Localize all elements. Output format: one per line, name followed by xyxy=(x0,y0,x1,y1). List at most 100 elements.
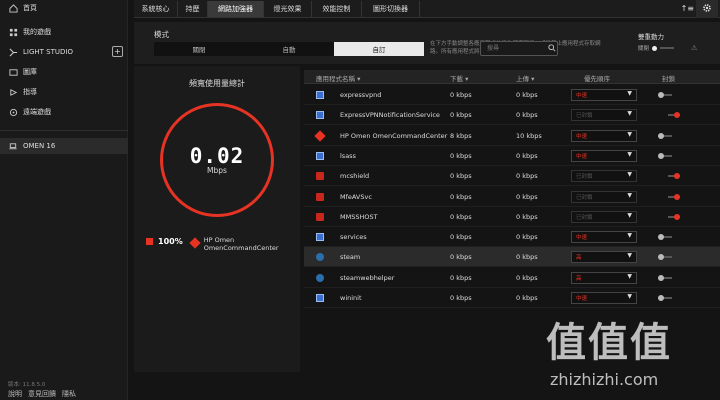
toggle-knob xyxy=(658,132,664,139)
priority-select[interactable]: 中速 ▼ xyxy=(571,149,637,162)
priority-select[interactable]: 中速 ▼ xyxy=(571,89,637,101)
table-row[interactable]: ExpressVPNNotificationService 0 kbps 0 kbp… xyxy=(304,105,720,126)
chevron-down-icon: ▼ xyxy=(627,272,632,280)
priority-select[interactable]: 高 ▼ xyxy=(571,271,637,284)
priority-select[interactable]: 已封鎖 ▼ xyxy=(571,210,637,223)
sidebar-item-label: 我的遊戲 xyxy=(23,28,51,36)
priority-value: 中速 xyxy=(576,153,588,160)
search-icon xyxy=(548,44,556,54)
tab-network-booster[interactable]: 網路加強器 xyxy=(208,1,264,17)
privacy-link[interactable]: 隱私 xyxy=(62,389,76,399)
block-toggle[interactable] xyxy=(666,213,680,220)
priority-value: 已封鎖 xyxy=(576,214,593,221)
settings-button[interactable] xyxy=(696,0,718,18)
dual-force-state: 關閉 xyxy=(638,46,650,52)
upload-rate: 0 kbps xyxy=(516,192,538,201)
priority-select[interactable]: 已封鎖 ▼ xyxy=(571,170,637,183)
sort-down-icon: ▾ xyxy=(531,75,535,83)
block-toggle[interactable] xyxy=(658,274,672,281)
priority-select[interactable]: 中速 ▼ xyxy=(571,129,637,142)
block-toggle[interactable] xyxy=(658,132,672,139)
block-toggle[interactable] xyxy=(658,152,672,159)
download-rate: 0 kbps xyxy=(450,253,472,262)
mode-option-custom[interactable]: 自訂 xyxy=(334,42,424,56)
table-row[interactable]: mcshield 0 kbps 0 kbps 已封鎖 ▼ xyxy=(304,166,720,187)
sidebar-item-light-studio[interactable]: LIGHT STUDIO xyxy=(0,44,128,60)
sidebar-item-home[interactable]: 首頁 xyxy=(0,0,128,16)
search-input[interactable] xyxy=(480,41,558,56)
table-header: 應用程式名稱 ▾ 下載 ▾ 上傳 ▾ 優先順序 封鎖 xyxy=(304,70,720,84)
download-rate: 8 kbps xyxy=(450,131,472,140)
add-game-button[interactable]: + xyxy=(112,46,123,57)
col-upload-header[interactable]: 上傳 ▾ xyxy=(516,73,534,83)
block-toggle[interactable] xyxy=(666,112,680,119)
omen-icon xyxy=(314,129,326,142)
priority-select[interactable]: 已封鎖 ▼ xyxy=(571,190,637,203)
win-app-icon xyxy=(316,294,324,302)
priority-value: 中速 xyxy=(576,133,588,140)
upload-rate: 0 kbps xyxy=(516,233,538,242)
mcafee-icon xyxy=(316,172,324,181)
watermark-logo: 值值值 xyxy=(546,320,672,366)
sidebar-item-my-games[interactable]: 我的遊戲 xyxy=(0,24,128,40)
top-consumer: 100% HP Omen OmenCommandCenter xyxy=(146,236,284,252)
upload-rate: 10 kbps xyxy=(516,131,542,140)
chevron-down-icon: ▼ xyxy=(627,232,632,240)
tab-lighting[interactable]: 燈光效果 xyxy=(264,1,312,17)
priority-select[interactable]: 已封鎖 ▼ xyxy=(571,109,637,122)
omen-icon xyxy=(189,237,201,249)
table-row[interactable]: services 0 kbps 0 kbps 中速 ▼ xyxy=(304,227,720,248)
dual-force-toggle[interactable]: 關閉 ⚠ xyxy=(638,44,697,52)
tab-graphics-switcher[interactable]: 圖形切換器 xyxy=(362,1,420,17)
toggle-knob xyxy=(652,45,658,51)
priority-select[interactable]: 高 ▼ xyxy=(571,251,637,264)
table-row[interactable]: steam 0 kbps 0 kbps 高 ▼ xyxy=(304,247,720,268)
sidebar-divider xyxy=(0,130,128,131)
omen-gaming-hub-window: 首頁 我的遊戲 LIGHT STUDIO + 圖庫 指導 遠端遊戲 OMEN 1… xyxy=(0,0,720,400)
download-rate: 0 kbps xyxy=(450,91,472,99)
mode-option-auto[interactable]: 自動 xyxy=(244,42,334,56)
win-app-icon xyxy=(316,111,324,120)
chevron-down-icon: ▼ xyxy=(627,252,632,260)
priority-value: 已封鎖 xyxy=(576,113,593,120)
bandwidth-value: 0.02 xyxy=(189,144,245,168)
block-toggle[interactable] xyxy=(666,173,680,180)
top-consumer-percent: 100% xyxy=(158,237,183,246)
block-toggle[interactable] xyxy=(666,193,680,200)
feedback-link[interactable]: 意見回饋 xyxy=(28,389,56,399)
upload-rate: 0 kbps xyxy=(516,111,538,120)
priority-select[interactable]: 中速 ▼ xyxy=(571,231,637,244)
table-row[interactable]: HP Omen OmenCommandCenter 8 kbps 10 kbps 中速… xyxy=(304,126,720,146)
col-download-header[interactable]: 下載 ▾ xyxy=(450,73,468,83)
sidebar-item-remote-play[interactable]: 遠端遊戲 xyxy=(0,104,128,120)
steam-icon xyxy=(316,273,324,282)
table-row[interactable]: MMSSHOST 0 kbps 0 kbps 已封鎖 ▼ xyxy=(304,207,720,227)
sidebar-item-gallery[interactable]: 圖庫 xyxy=(0,64,128,80)
sidebar: 首頁 我的遊戲 LIGHT STUDIO + 圖庫 指導 遠端遊戲 OMEN 1… xyxy=(0,0,128,400)
table-row[interactable]: MfeAVSvc 0 kbps 0 kbps 已封鎖 ▼ xyxy=(304,187,720,207)
mode-title: 模式 xyxy=(154,30,169,39)
warning-icon: ⚠ xyxy=(691,44,698,52)
win-app-icon xyxy=(316,151,324,160)
explain-link[interactable]: 說明 xyxy=(8,389,22,399)
upload-rate: 0 kbps xyxy=(516,273,538,282)
tab-system-core[interactable]: 系統核心 xyxy=(134,1,178,17)
tab-history[interactable]: 持歷 xyxy=(178,1,208,17)
sort-icon[interactable]: ↑≡ xyxy=(681,4,694,13)
block-toggle[interactable] xyxy=(658,234,672,241)
table-row[interactable]: lsass 0 kbps 0 kbps 中速 ▼ xyxy=(304,146,720,166)
sidebar-item-label: LIGHT STUDIO xyxy=(23,48,73,56)
app-name: services xyxy=(340,233,367,242)
block-toggle[interactable] xyxy=(658,254,672,261)
download-rate: 0 kbps xyxy=(450,172,472,181)
mcafee-icon xyxy=(316,192,324,201)
chevron-down-icon: ▼ xyxy=(627,191,632,199)
sidebar-item-coach[interactable]: 指導 xyxy=(0,84,128,100)
tab-performance[interactable]: 效能控制 xyxy=(312,1,362,17)
col-name-header[interactable]: 應用程式名稱 ▾ xyxy=(316,73,360,83)
table-row[interactable]: expressvpnd 0 kbps 0 kbps 中速 ▼ xyxy=(304,85,720,105)
mode-option-off[interactable]: 關閉 xyxy=(154,42,244,56)
sidebar-item-device[interactable]: OMEN 16 xyxy=(0,138,128,154)
table-row[interactable]: steamwebhelper 0 kbps 0 kbps 高 ▼ xyxy=(304,268,720,288)
block-toggle[interactable] xyxy=(658,92,672,98)
